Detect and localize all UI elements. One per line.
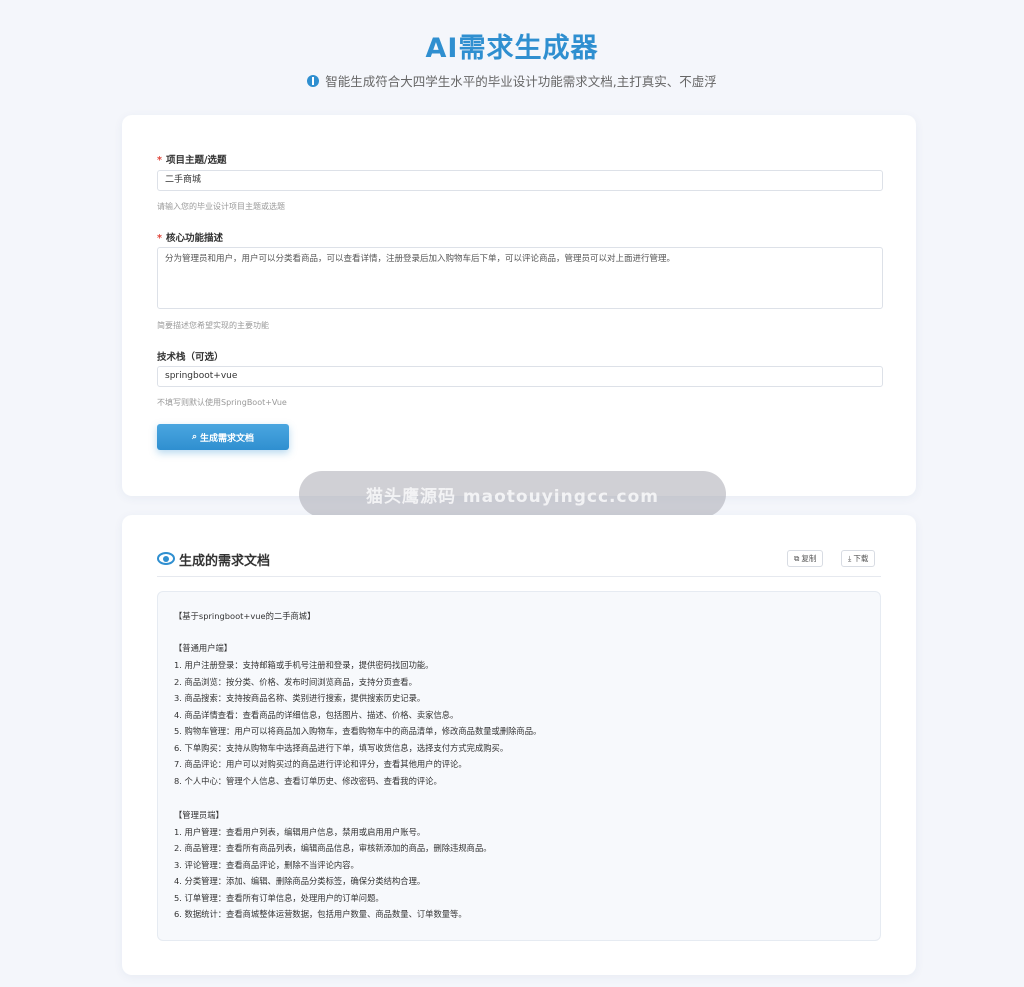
list-item: 6. 数据统计：查看商城整体运营数据，包括用户数量、商品数量、订单数量等。	[174, 909, 467, 919]
list-item: 1. 用户管理：查看用户列表，编辑用户信息，禁用或启用用户账号。	[174, 827, 426, 837]
topic-hint: 请输入您的毕业设计项目主题或选题	[157, 202, 285, 211]
list-item: 1. 用户注册登录：支持邮箱或手机号注册和登录，提供密码找回功能。	[174, 660, 434, 670]
list-item: 5. 购物车管理：用户可以将商品加入购物车，查看购物车中的商品清单，修改商品数量…	[174, 726, 542, 736]
list-item: 5. 订单管理：查看所有订单信息，处理用户的订单问题。	[174, 893, 384, 903]
stack-label: 技术栈（可选）	[157, 352, 224, 363]
admin-section-heading: 【管理员端】	[174, 810, 224, 820]
copy-icon: ⧉	[794, 554, 800, 563]
topic-label: * 项目主题/选题	[157, 155, 227, 166]
list-item: 3. 商品搜索：支持按商品名称、类别进行搜索，提供搜索历史记录。	[174, 693, 426, 703]
page-subtitle: 智能生成符合大四学生水平的毕业设计功能需求文档,主打真实、不虚浮	[0, 71, 1024, 90]
topic-input[interactable]: 二手商城	[157, 170, 883, 191]
download-icon: ⤓	[848, 554, 852, 563]
stack-input[interactable]: springboot+vue	[157, 366, 883, 387]
watermark: 猫头鹰源码 maotouyingcc.com	[299, 471, 726, 517]
list-item: 2. 商品管理：查看所有商品列表，编辑商品信息，审核新添加的商品，删除违规商品。	[174, 843, 492, 853]
features-textarea[interactable]: 分为管理员和用户，用户可以分类看商品，可以查看详情，注册登录后加入购物车后下单，…	[157, 247, 883, 309]
doc-title: 【基于springboot+vue的二手商城】	[174, 611, 316, 621]
features-hint: 简要描述您希望实现的主要功能	[157, 321, 269, 330]
features-label: * 核心功能描述	[157, 233, 223, 244]
download-button[interactable]: ⤓ 下载	[841, 550, 876, 567]
result-title: 生成的需求文档	[179, 554, 271, 569]
required-mark: *	[157, 233, 162, 244]
required-mark: *	[157, 155, 162, 166]
list-item: 4. 商品详情查看：查看商品的详细信息，包括图片、描述、价格、卖家信息。	[174, 710, 459, 720]
page-title: AI需求生成器	[425, 33, 599, 64]
list-item: 8. 个人中心：管理个人信息、查看订单历史、修改密码、查看我的评论。	[174, 776, 442, 786]
user-section-heading: 【普通用户端】	[174, 643, 233, 653]
stack-hint: 不填写则默认使用SpringBoot+Vue	[157, 398, 287, 407]
list-item: 6. 下单购买：支持从购物车中选择商品进行下单，填写收货信息，选择支付方式完成购…	[174, 743, 509, 753]
list-item: 3. 评论管理：查看商品评论，删除不当评论内容。	[174, 860, 359, 870]
eye-icon	[157, 552, 175, 565]
result-card: 生成的需求文档 ⧉ 复制 ⤓ 下载 【基于springboot+vue的二手商城】 …	[122, 515, 916, 975]
list-item: 7. 商品评论：用户可以对购买过的商品进行评论和评分，查看其他用户的评论。	[174, 759, 467, 769]
list-item: 4. 分类管理：添加、编辑、删除商品分类标签，确保分类结构合理。	[174, 876, 426, 886]
subtitle-text: 智能生成符合大四学生水平的毕业设计功能需求文档,主打真实、不虚浮	[325, 74, 717, 89]
search-icon: ⌕	[191, 432, 198, 442]
brain-icon	[307, 75, 320, 87]
form-card: * 项目主题/选题 二手商城 请输入您的毕业设计项目主题或选题 * 核心功能描述 分…	[122, 115, 916, 496]
generate-button[interactable]: ⌕ 生成需求文档	[157, 424, 289, 450]
result-header: 生成的需求文档 ⧉ 复制 ⤓ 下载	[157, 548, 881, 577]
list-item: 2. 商品浏览：按分类、价格、发布时间浏览商品，支持分页查看。	[174, 677, 417, 687]
copy-button[interactable]: ⧉ 复制	[787, 550, 824, 567]
document-content: 【基于springboot+vue的二手商城】 【普通用户端】 1. 用户注册登…	[157, 591, 881, 941]
